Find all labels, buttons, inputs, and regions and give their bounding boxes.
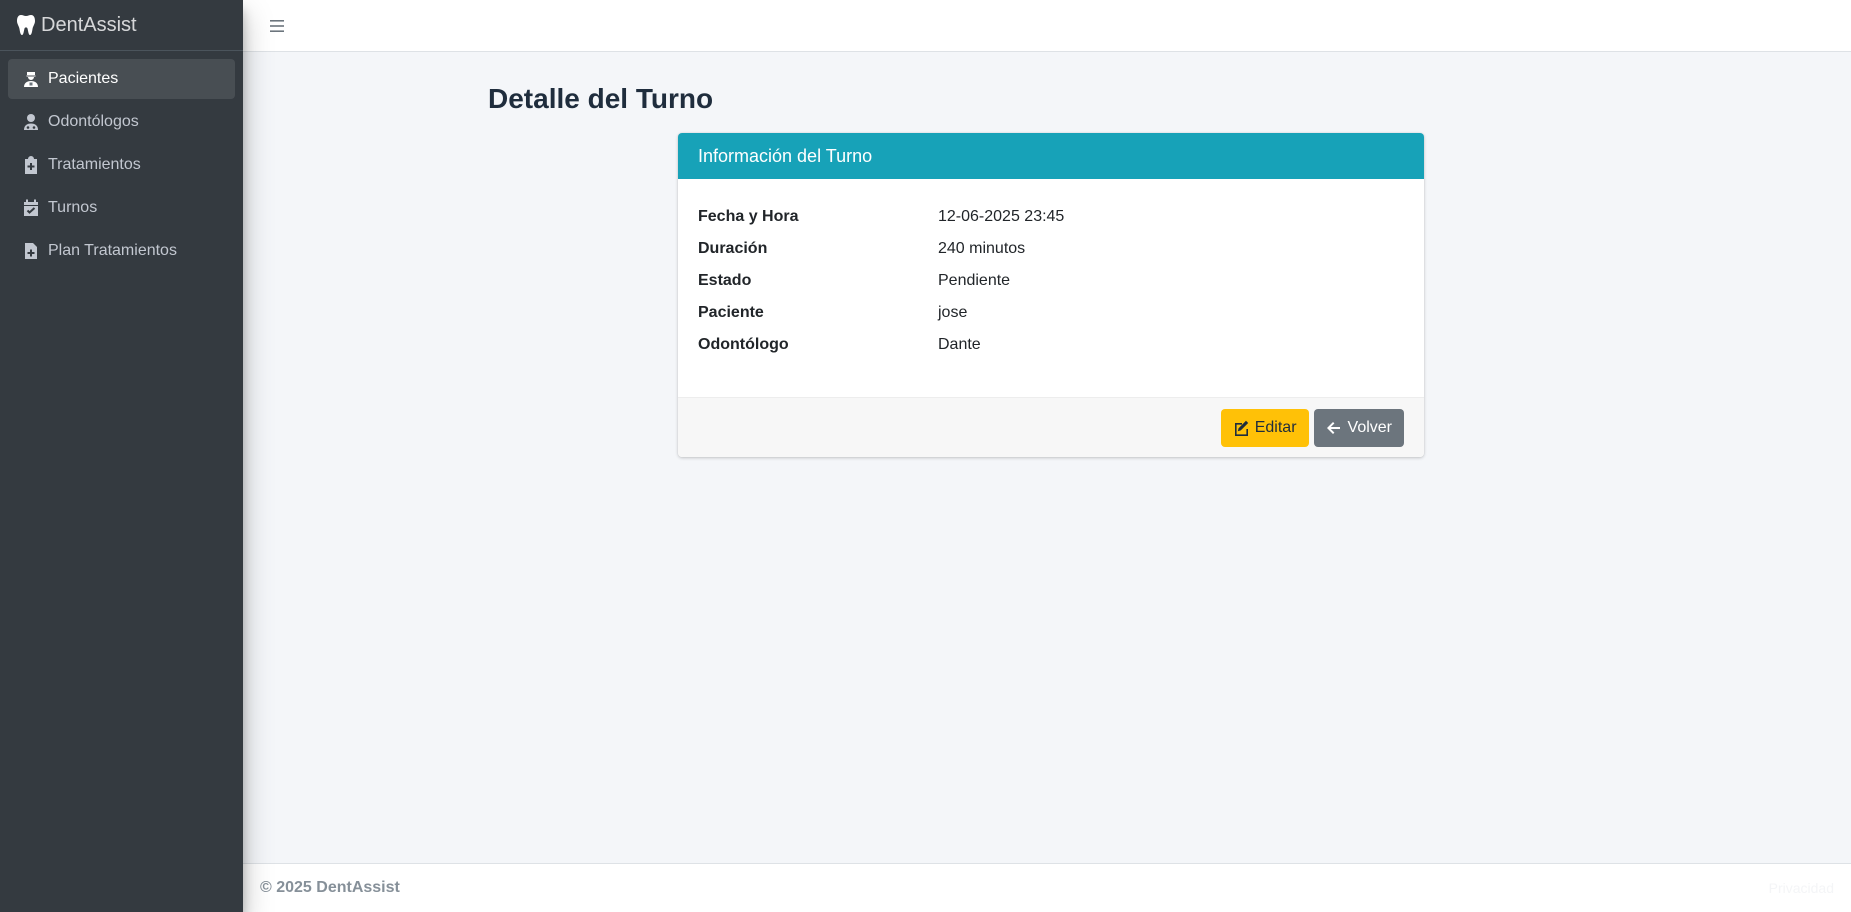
- file-medical-icon: [25, 243, 37, 259]
- sidebar-item-label: Tratamientos: [48, 156, 141, 173]
- edit-button[interactable]: Editar: [1220, 408, 1309, 447]
- card-footer: Editar Volver: [678, 397, 1424, 457]
- clipboard-plus-icon: [25, 156, 37, 174]
- detail-label: Odontólogo: [698, 336, 789, 353]
- sidebar-item-tratamientos[interactable]: Tratamientos: [8, 145, 235, 185]
- detail-label: Fecha y Hora: [698, 208, 799, 225]
- back-button[interactable]: Volver: [1313, 408, 1404, 447]
- turno-detail-card: Información del Turno Fecha y Hora 12-06…: [678, 133, 1424, 457]
- menu-toggle-button[interactable]: [267, 16, 287, 36]
- hamburger-icon: [270, 19, 284, 32]
- detail-row-paciente: Paciente jose: [698, 297, 1404, 329]
- detail-row-duracion: Duración 240 minutos: [698, 233, 1404, 265]
- sidebar: DentAssist Pacientes Odontólogos Tratami…: [0, 0, 243, 912]
- sidebar-item-pacientes[interactable]: Pacientes: [8, 59, 235, 99]
- edit-icon: [1234, 420, 1248, 436]
- card-body: Fecha y Hora 12-06-2025 23:45 Duración 2…: [678, 179, 1424, 397]
- footer-privacy-link[interactable]: Privacidad: [1769, 880, 1834, 896]
- detail-label: Estado: [698, 272, 752, 289]
- main-content: Detalle del Turno Información del Turno …: [243, 52, 1851, 863]
- detail-label: Paciente: [698, 304, 764, 321]
- sidebar-item-label: Plan Tratamientos: [48, 242, 177, 259]
- detail-value: Pendiente: [938, 272, 1011, 289]
- top-navbar: [243, 0, 1851, 52]
- sidebar-item-turnos[interactable]: Turnos: [8, 188, 235, 228]
- footer-copyright: © 2025 DentAssist: [260, 879, 400, 896]
- page-title: Detalle del Turno: [488, 83, 714, 114]
- sidebar-item-label: Turnos: [48, 199, 98, 216]
- back-button-label: Volver: [1347, 418, 1392, 436]
- brand-link[interactable]: DentAssist: [0, 0, 243, 51]
- arrow-left-icon: [1326, 421, 1340, 434]
- card-header: Información del Turno: [678, 133, 1424, 179]
- sidebar-item-label: Pacientes: [48, 70, 119, 87]
- edit-button-label: Editar: [1254, 418, 1297, 436]
- sidebar-item-plan-tratamientos[interactable]: Plan Tratamientos: [8, 231, 235, 271]
- detail-row-estado: Estado Pendiente: [698, 265, 1404, 297]
- brand-text: DentAssist: [41, 13, 137, 36]
- sidebar-item-odontologos[interactable]: Odontólogos: [8, 102, 235, 142]
- detail-value: jose: [938, 304, 968, 321]
- sidebar-nav: Pacientes Odontólogos Tratamientos Turno…: [0, 51, 243, 282]
- detail-value: 240 minutos: [938, 240, 1026, 257]
- detail-value: 12-06-2025 23:45: [938, 208, 1065, 225]
- sidebar-item-label: Odontólogos: [48, 113, 139, 130]
- patient-icon: [24, 72, 38, 87]
- page-footer: © 2025 DentAssist Privacidad: [243, 863, 1851, 912]
- detail-value: Dante: [938, 336, 981, 353]
- detail-label: Duración: [698, 240, 768, 257]
- detail-row-odontologo: Odontólogo Dante: [698, 329, 1404, 361]
- detail-row-fecha: Fecha y Hora 12-06-2025 23:45: [698, 201, 1404, 233]
- calendar-check-icon: [24, 199, 38, 216]
- tooth-icon: [17, 15, 35, 35]
- doctor-icon: [24, 114, 38, 130]
